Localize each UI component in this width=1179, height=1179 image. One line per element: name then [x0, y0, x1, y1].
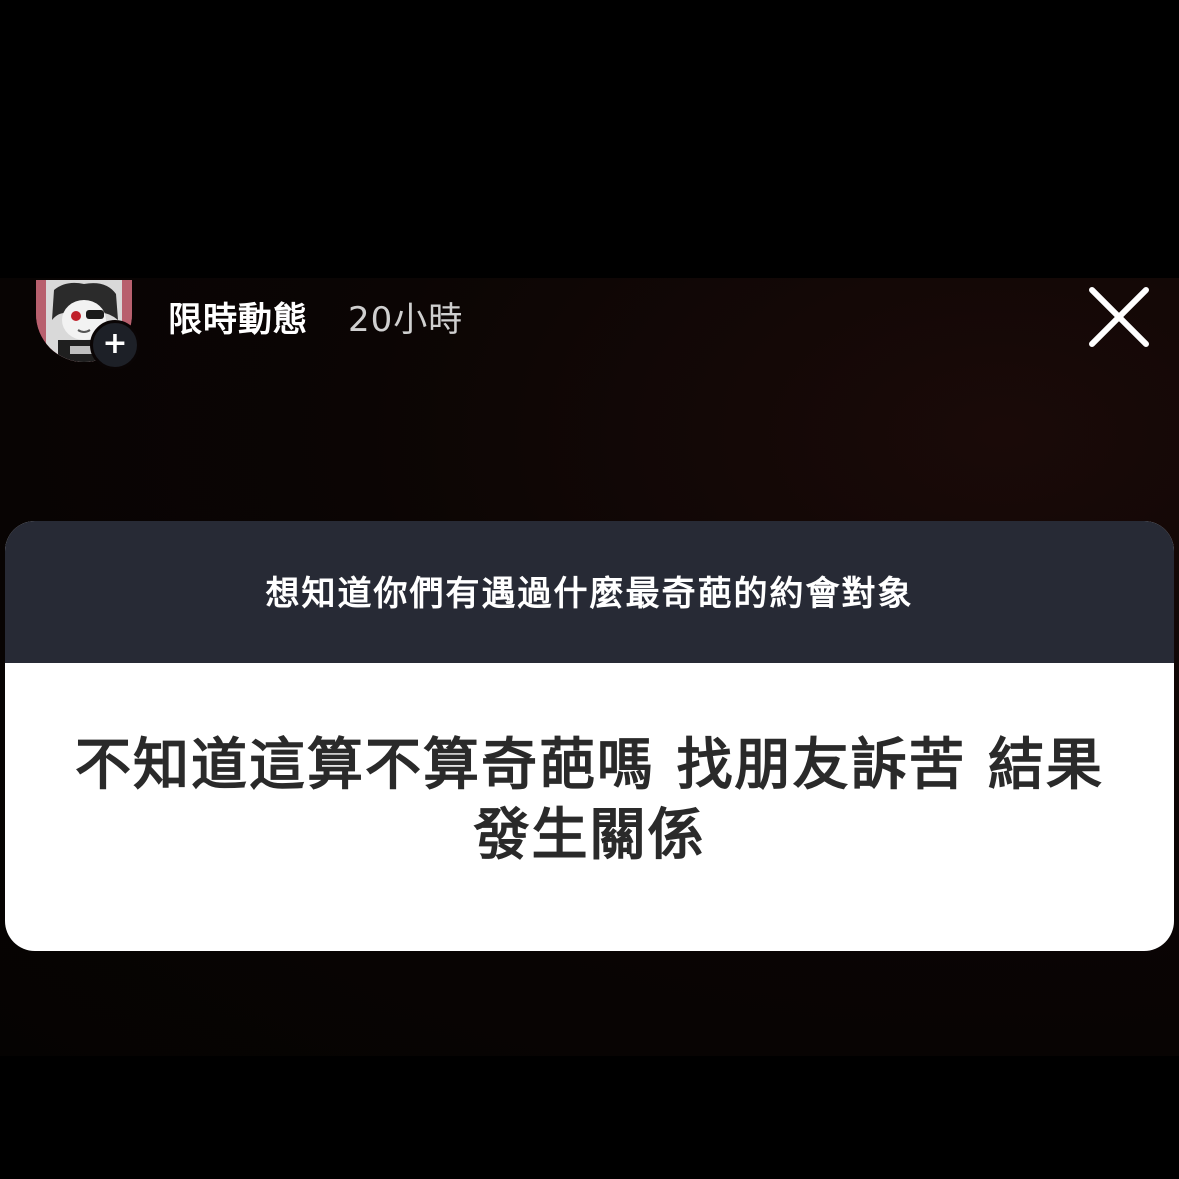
answer-text: 不知道這算不算奇葩嗎 找朋友訴苦 結果發生關係 [75, 733, 1104, 868]
close-icon [1089, 287, 1149, 347]
add-story-button[interactable]: + [90, 320, 140, 370]
question-text: 想知道你們有遇過什麼最奇葩的約會對象 [5, 521, 1174, 663]
story-viewer: + 限時動態 20小時 想知道你們有遇過什麼最奇葩的約會對象 不知道這算不算奇葩… [0, 0, 1179, 1179]
story-timestamp: 20小時 [348, 300, 464, 340]
close-button[interactable] [1082, 282, 1154, 354]
story-header: + 限時動態 20小時 [0, 278, 1179, 370]
story-username[interactable]: 限時動態 [168, 292, 308, 341]
story-frame[interactable]: + 限時動態 20小時 想知道你們有遇過什麼最奇葩的約會對象 不知道這算不算奇葩… [0, 278, 1179, 1056]
answer-area: 不知道這算不算奇葩嗎 找朋友訴苦 結果發生關係 [5, 663, 1174, 951]
question-sticker: 想知道你們有遇過什麼最奇葩的約會對象 不知道這算不算奇葩嗎 找朋友訴苦 結果發生… [5, 521, 1174, 951]
